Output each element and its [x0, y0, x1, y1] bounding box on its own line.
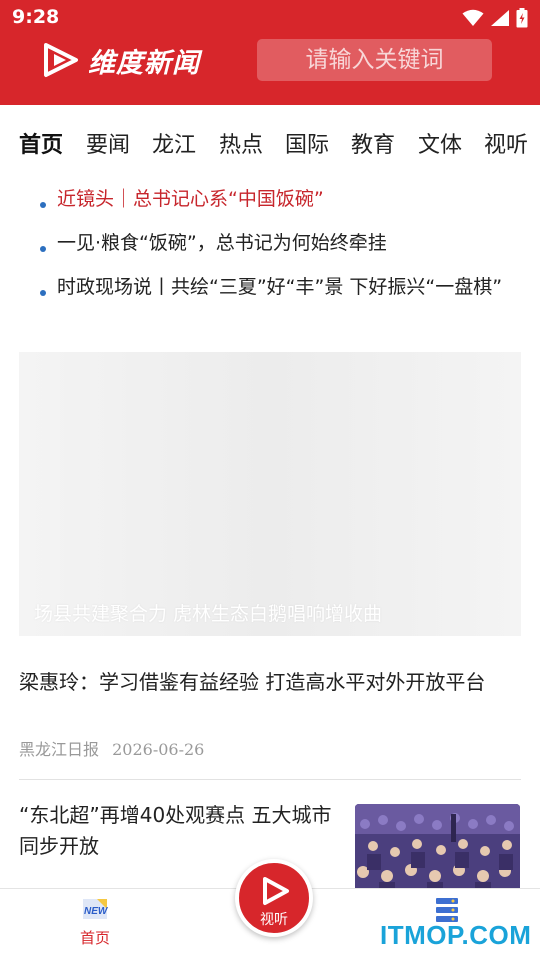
tab-hot[interactable]: 热点	[219, 128, 263, 164]
bullet-dot	[40, 246, 46, 252]
logo-text: 维度新闻	[88, 47, 200, 79]
category-tabs: 首页 要闻 龙江 热点 国际 教育 文体 视听	[0, 128, 540, 168]
status-bar: 9:28	[0, 0, 540, 36]
article-meta: 黑龙江日报 2026-06-26	[19, 736, 212, 760]
battery-icon	[516, 8, 528, 28]
nav-audio-video-button[interactable]: 视听	[235, 859, 313, 937]
status-icons	[462, 7, 528, 29]
tab-home[interactable]: 首页	[19, 128, 64, 164]
banner-caption: 场县共建聚合力 虎林生态白鹅唱响增收曲	[34, 603, 383, 625]
status-time: 9:28	[12, 6, 60, 28]
headline-text: 时政现场说丨共绘“三夏”好“丰”景 下好振兴“一盘棋”	[57, 276, 503, 298]
tab-audio-video[interactable]: 视听	[484, 128, 528, 164]
nav-center-label: 视听	[260, 912, 288, 928]
nav-home-label: 首页	[79, 929, 110, 947]
divider	[19, 779, 521, 780]
signal-icon	[491, 10, 509, 26]
article-thumbnail[interactable]	[355, 804, 520, 894]
app-header: 9:28 维度新闻	[0, 0, 540, 105]
app-logo[interactable]: 维度新闻	[42, 40, 232, 80]
headline-item[interactable]: 近镜头｜总书记心系“中国饭碗”	[40, 184, 520, 214]
banner-carousel[interactable]: 场县共建聚合力 虎林生态白鹅唱响增收曲	[19, 352, 521, 636]
site-watermark: ITMOP.COM	[380, 920, 532, 950]
headline-item[interactable]: 时政现场说丨共绘“三夏”好“丰”景 下好振兴“一盘棋”	[40, 272, 520, 302]
headline-text: 近镜头｜总书记心系“中国饭碗”	[57, 188, 324, 210]
article-source: 黑龙江日报	[19, 740, 100, 759]
headline-list: 近镜头｜总书记心系“中国饭碗” 一见·粮食“饭碗”，总书记为何始终牵挂 时政现场…	[40, 184, 520, 316]
tab-longjiang[interactable]: 龙江	[152, 128, 196, 164]
search-box[interactable]	[257, 39, 492, 81]
play-logo-icon	[44, 43, 78, 77]
tab-news[interactable]: 要闻	[86, 128, 130, 164]
article-item[interactable]: “东北超”再增40处观赛点 五大城市同步开放	[19, 800, 339, 862]
nav-home[interactable]: NEW 首页	[70, 897, 120, 948]
bullet-dot	[40, 290, 46, 296]
article-title: 梁惠玲：学习借鉴有益经验 打造高水平对外开放平台	[19, 670, 486, 694]
article-date: 2026-06-26	[112, 740, 205, 759]
tab-culture-sports[interactable]: 文体	[418, 128, 462, 164]
tab-international[interactable]: 国际	[285, 128, 329, 164]
headline-item[interactable]: 一见·粮食“饭碗”，总书记为何始终牵挂	[40, 228, 520, 258]
svg-text:NEW: NEW	[84, 906, 109, 917]
article-item[interactable]: 梁惠玲：学习借鉴有益经验 打造高水平对外开放平台 黑龙江日报 2026-06-2…	[19, 664, 521, 759]
wifi-icon	[462, 9, 484, 26]
article-title: “东北超”再增40处观赛点 五大城市同步开放	[19, 803, 332, 858]
news-icon: NEW	[83, 899, 109, 919]
crowd-photo-image	[355, 804, 520, 894]
tab-education[interactable]: 教育	[351, 128, 395, 164]
headline-text: 一见·粮食“饭碗”，总书记为何始终牵挂	[57, 232, 387, 254]
search-input[interactable]	[257, 39, 492, 81]
bullet-dot	[40, 202, 46, 208]
